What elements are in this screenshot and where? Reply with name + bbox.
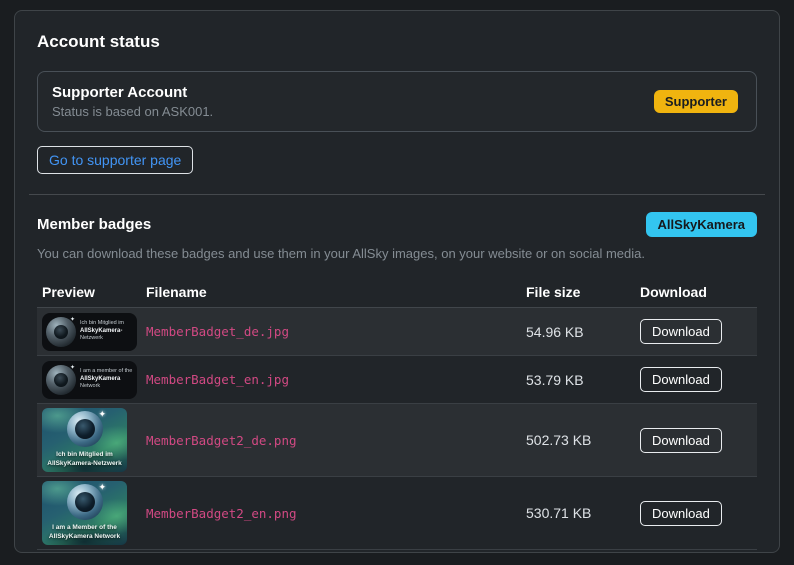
badge-preview-image: ✦ Ich bin Mitglied im AllSkyKamera- Netz… [42,312,137,351]
badge-preview-image: ✦ I am a Member of the AllSkyKamera Netw… [42,481,127,545]
supporter-account-title: Supporter Account [52,84,188,101]
preview-cell: ✦ Ich bin Mitglied im AllSkyKamera- Netz… [37,312,141,351]
column-header-download: Download [640,284,707,300]
table-row: ✦ Ich bin Mitglied im AllSkyKamera-Netzw… [37,404,757,477]
table-row: ✦ Ich bin Mitglied im AllSkyKamera- Netz… [37,308,757,356]
table-row: ✦ I am a member of the AllSkyKamera Netw… [37,356,757,404]
badge-preview-text: I am a member of the AllSkyKamera Networ… [80,368,133,390]
preview-cell: ✦ I am a Member of the AllSkyKamera Netw… [37,481,141,545]
supporter-account-subtitle: Status is based on ASK001. [52,104,214,119]
account-status-card: Account status Supporter Account Status … [14,10,780,553]
supporter-status-badge: Supporter [653,90,738,113]
member-badges-header: Member badges AllSkyKamera [37,212,757,237]
member-badges-description: You can download these badges and use th… [37,246,645,261]
download-button[interactable]: Download [640,367,722,392]
column-header-filesize: File size [526,284,581,300]
sparkle-icon: ✦ [69,364,75,371]
column-header-filename: Filename [146,284,207,300]
filesize-text: 502.73 KB [526,432,592,448]
table-header-row: Preview Filename File size Download [37,277,757,308]
member-badges-title: Member badges [37,216,152,233]
badge-preview-image: ✦ Ich bin Mitglied im AllSkyKamera-Netzw… [42,408,127,472]
badges-table: Preview Filename File size Download ✦ Ic… [37,277,757,550]
badge-preview-text: Ich bin Mitglied im AllSkyKamera-Netzwer… [47,451,122,468]
download-cell: Download [635,319,757,344]
allskykamera-badge: AllSkyKamera [645,212,757,237]
preview-cell: ✦ I am a member of the AllSkyKamera Netw… [37,360,141,399]
go-to-supporter-page-button[interactable]: Go to supporter page [37,146,194,174]
filesize-text: 54.96 KB [526,323,584,340]
download-button[interactable]: Download [640,500,722,526]
camera-dome-graphic: ✦ [46,316,76,347]
section-divider [29,194,765,195]
page-title: Account status [37,32,160,51]
supporter-account-box: Supporter Account Status is based on ASK… [37,71,757,132]
filename-text: MemberBadget_en.jpg [146,372,289,387]
filename-text: MemberBadget2_en.png [146,505,297,521]
download-cell: Download [635,500,757,526]
camera-dome-graphic: ✦ [46,364,76,395]
column-header-preview: Preview [42,284,95,300]
filesize-text: 53.79 KB [526,371,584,388]
download-cell: Download [635,427,757,453]
page: { "colors": { "page_bg": "#1a1d20", "car… [0,0,794,565]
filename-text: MemberBadget2_de.png [146,432,297,448]
supporter-account-text: Supporter Account Status is based on ASK… [52,84,213,119]
filename-text: MemberBadget_de.jpg [146,324,289,339]
filesize-text: 530.71 KB [526,505,592,521]
download-cell: Download [635,367,757,392]
download-button[interactable]: Download [640,427,722,453]
sparkle-icon: ✦ [69,316,75,323]
table-row: ✦ I am a Member of the AllSkyKamera Netw… [37,477,757,550]
download-button[interactable]: Download [640,319,722,344]
preview-cell: ✦ Ich bin Mitglied im AllSkyKamera-Netzw… [37,408,141,472]
sparkle-icon: ✦ [98,482,106,492]
badge-preview-text: I am a Member of the AllSkyKamera Networ… [48,524,121,541]
sparkle-icon: ✦ [98,409,106,419]
badge-preview-text: Ich bin Mitglied im AllSkyKamera- Netzwe… [80,320,125,342]
badge-preview-image: ✦ I am a member of the AllSkyKamera Netw… [42,360,137,399]
